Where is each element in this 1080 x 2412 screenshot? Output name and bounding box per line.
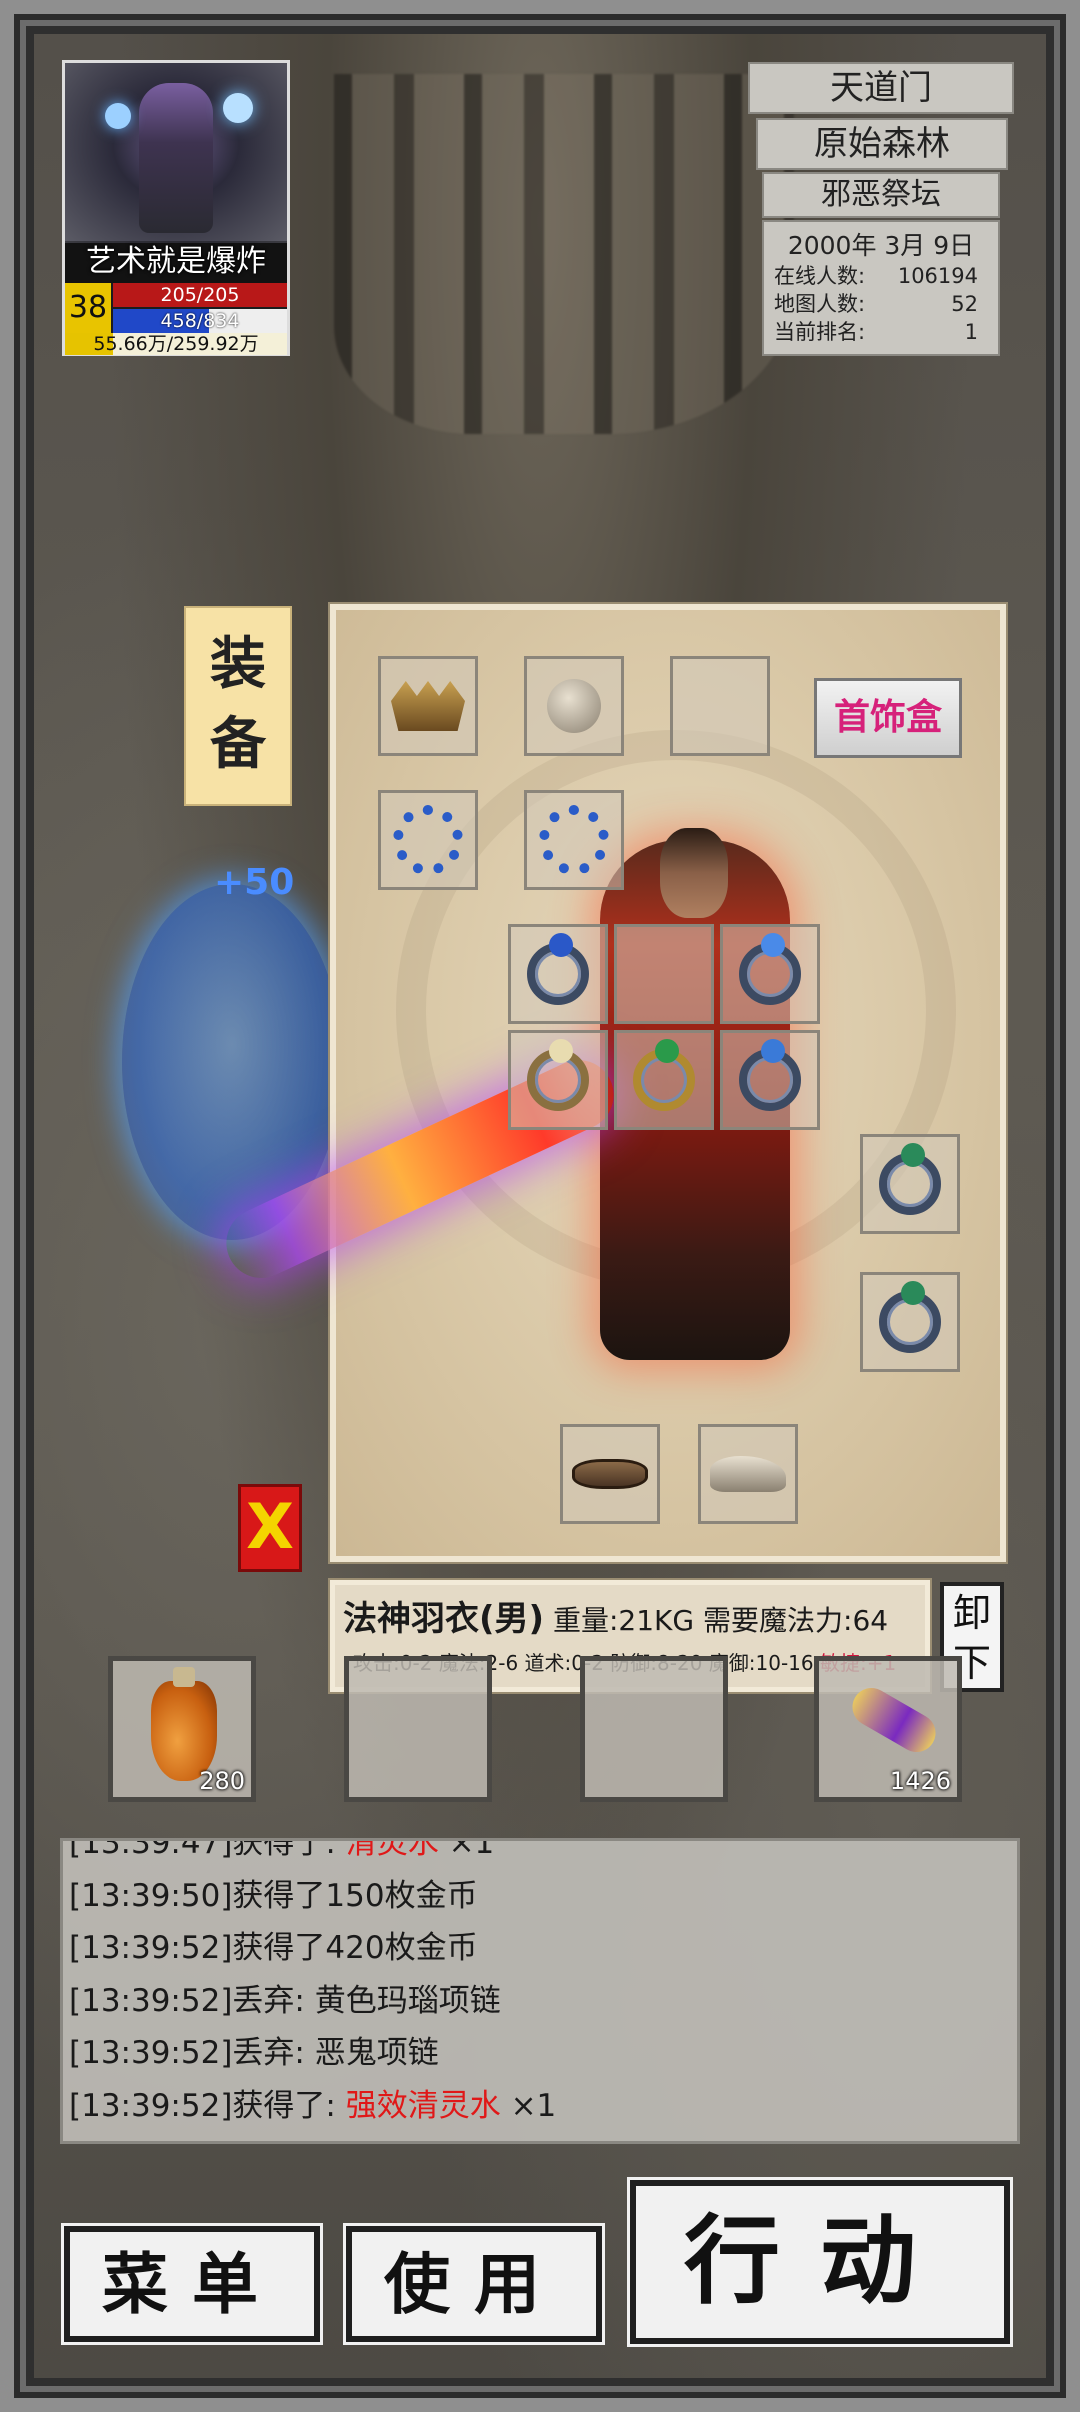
equip-slot-ring-3[interactable] (720, 924, 820, 1024)
info-label: 在线人数: (774, 264, 866, 288)
avatar (65, 63, 287, 243)
log-line: [13:39:47]获得了: 清灵水 ×1 (69, 1838, 495, 1861)
equipment-tab[interactable]: 装备 (184, 606, 292, 806)
ring-icon (527, 933, 589, 1005)
server-info-panel: 2000年 3月 9日 在线人数: 106194 地图人数: 52 当前排名: … (762, 220, 1000, 356)
quickbar-slot-1[interactable]: 280 (108, 1656, 256, 1802)
ring-icon (879, 1281, 941, 1353)
mp-text: 458/834 (160, 310, 240, 332)
log-line: [13:39:52]丢弃: 黄色玛瑙项链 (69, 1982, 501, 2019)
map-name: 邪恶祭坛 (762, 172, 1000, 218)
item-weight: 重量:21KG (552, 1604, 695, 1637)
character-head (660, 828, 728, 918)
scroll-icon (845, 1681, 943, 1759)
item-requirement: 需要魔法力:64 (703, 1604, 889, 1637)
game-date: 2000年 3月 9日 (787, 231, 975, 260)
mp-bar: 458/834 (113, 309, 287, 333)
equip-slot-ring-4[interactable] (508, 1030, 608, 1130)
action-button[interactable]: 行动 (630, 2180, 1010, 2344)
ring-icon (633, 1039, 695, 1111)
quickbar-slot-4[interactable]: 1426 (814, 1656, 962, 1802)
ring-icon (739, 1039, 801, 1111)
info-label: 地图人数: (774, 292, 866, 316)
menu-button[interactable]: 菜单 (64, 2226, 320, 2342)
equip-slot-bracelet-right[interactable] (524, 790, 624, 890)
belt-icon (572, 1459, 648, 1489)
exp-text: 55.66万/259.92万 (93, 333, 259, 355)
area-name: 原始森林 (756, 118, 1008, 170)
log-line: [13:39:50]获得了150枚金币 (69, 1877, 478, 1914)
equip-slot-ring-5[interactable] (614, 1030, 714, 1130)
equip-slot-empty[interactable] (670, 656, 770, 756)
equip-slot-ring-8[interactable] (860, 1272, 960, 1372)
equip-slot-helmet[interactable] (378, 656, 478, 756)
equip-slot-ring-2[interactable] (614, 924, 714, 1024)
sect-name: 天道门 (748, 62, 1014, 114)
quickbar-slot-3[interactable] (580, 1656, 728, 1802)
player-portrait[interactable]: 艺术就是爆炸 38 205/205 458/834 55.66万/259.92万 (62, 60, 290, 356)
bead-bracelet-icon (393, 805, 463, 875)
use-button[interactable]: 使用 (346, 2226, 602, 2342)
info-value: 52 (951, 292, 978, 316)
shield-bonus: +50 (214, 862, 295, 903)
equip-slot-necklace[interactable] (524, 656, 624, 756)
player-level: 38 (65, 283, 111, 333)
equip-slot-ring-1[interactable] (508, 924, 608, 1024)
log-lines: [13:39:47]获得了: 清灵水 ×1 [13:39:50]获得了150枚金… (63, 1838, 557, 2132)
item-title-line: 法神羽衣(男) 重量:21KG 需要魔法力:64 (343, 1591, 888, 1640)
item-count: 1426 (889, 1767, 951, 1795)
equip-slot-ring-7[interactable] (860, 1134, 960, 1234)
info-value: 1 (964, 320, 978, 344)
helmet-icon (391, 681, 465, 731)
equip-slot-boots[interactable] (698, 1424, 798, 1524)
boots-icon (710, 1456, 786, 1492)
magic-orb-icon (223, 93, 253, 123)
ring-icon (879, 1143, 941, 1215)
message-log[interactable]: [13:39:47]获得了: 清灵水 ×1 [13:39:50]获得了150枚金… (60, 1838, 1020, 2144)
equip-slot-ring-6[interactable] (720, 1030, 820, 1130)
item-name: 法神羽衣(男) (343, 1599, 545, 1639)
log-line: [13:39:52]丢弃: 恶鬼项链 (69, 2035, 439, 2071)
info-row: 当前排名: 1 (764, 318, 998, 346)
info-row: 地图人数: 52 (764, 290, 998, 318)
log-line: [13:39:52]获得了420枚金币 (69, 1930, 478, 1966)
log-line: [13:39:52]获得了: 强效清灵水 ×1 (69, 2087, 557, 2124)
hp-bar: 205/205 (113, 283, 287, 307)
equip-slot-bracelet-left[interactable] (378, 790, 478, 890)
info-label: 当前排名: (774, 320, 866, 344)
equip-slot-belt[interactable] (560, 1424, 660, 1524)
jewelry-box-button[interactable]: 首饰盒 (814, 678, 962, 758)
player-name: 艺术就是爆炸 (65, 241, 287, 283)
magic-orb-icon (105, 103, 131, 129)
background-tree (334, 74, 794, 434)
info-row: 在线人数: 106194 (764, 262, 998, 290)
bead-bracelet-icon (539, 805, 609, 875)
close-button[interactable]: X (238, 1484, 302, 1572)
quickbar-slot-2[interactable] (344, 1656, 492, 1802)
bell-icon (547, 679, 601, 733)
ring-icon (739, 933, 801, 1005)
potion-icon (151, 1667, 217, 1781)
avatar-figure (139, 83, 213, 233)
item-count: 280 (199, 1767, 245, 1795)
ring-icon (527, 1039, 589, 1111)
info-value: 106194 (897, 264, 978, 288)
